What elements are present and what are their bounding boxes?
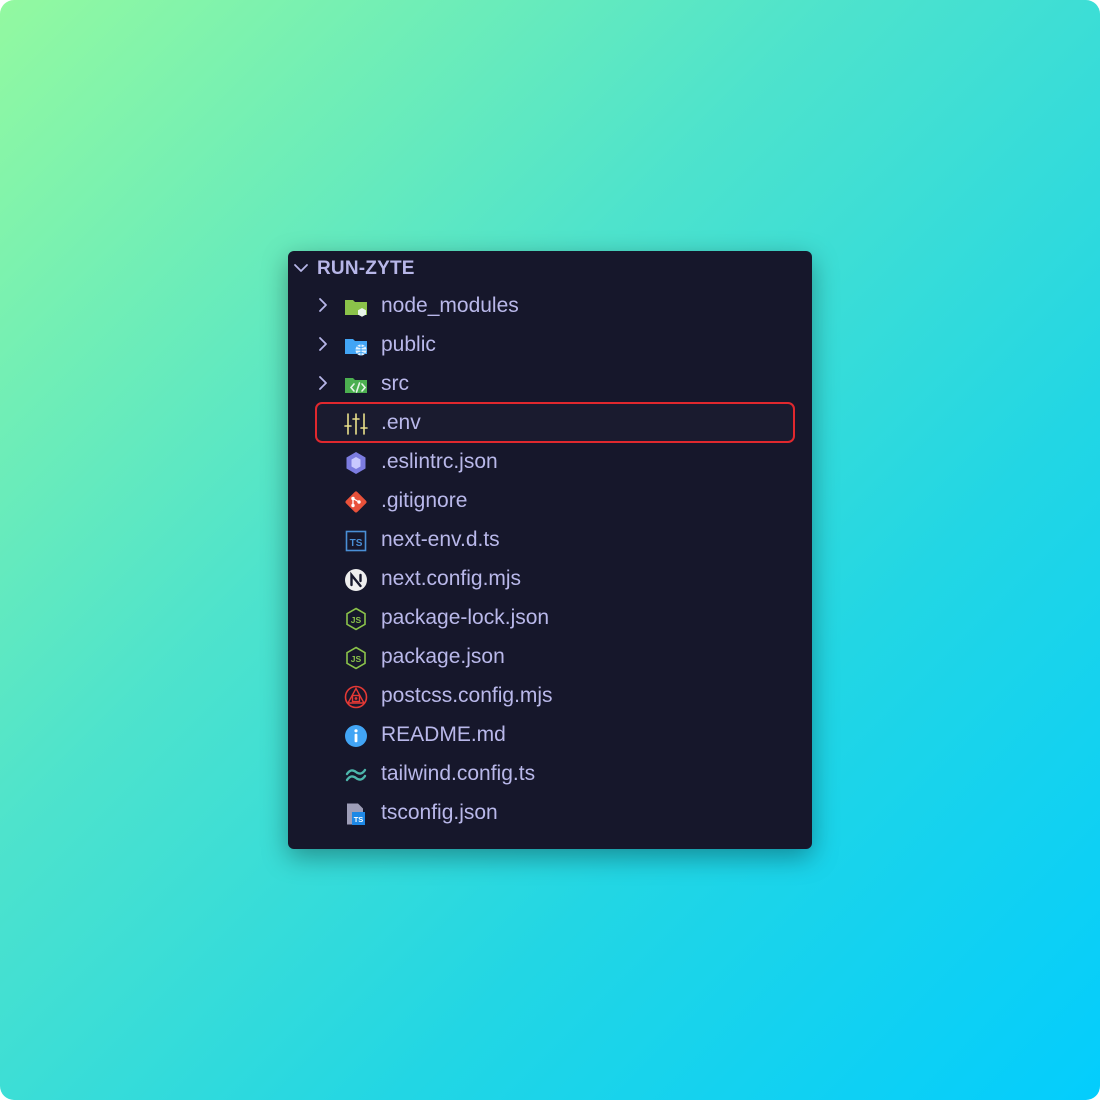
tree-item-label: next.config.mjs [381, 567, 522, 590]
eslint-icon [346, 452, 366, 474]
info-icon [345, 725, 367, 747]
tree-item-tsconfig[interactable]: TS tsconfig.json [288, 794, 812, 832]
tsconfig-icon: TS [347, 803, 365, 825]
tree-item-label: package.json [381, 645, 505, 668]
env-settings-icon [344, 413, 368, 435]
typescript-def-icon: TS [345, 530, 367, 552]
tailwind-icon [345, 768, 367, 782]
tree-item-label: tsconfig.json [381, 801, 498, 824]
chevron-right-icon[interactable] [314, 296, 332, 314]
svg-text:TS: TS [350, 538, 363, 549]
chevron-right-icon[interactable] [314, 335, 332, 353]
tree-item-label: .env [381, 411, 421, 434]
chevron-right-icon[interactable] [314, 374, 332, 392]
tree-item-src[interactable]: src [288, 365, 812, 403]
svg-text:JS: JS [351, 615, 362, 625]
tree-item-package-json[interactable]: JS package.json [288, 638, 812, 676]
folder-node-icon [345, 300, 367, 317]
svg-text:TS: TS [354, 815, 364, 824]
project-name: RUN-ZYTE [317, 258, 415, 279]
postcss-icon [344, 685, 368, 709]
chevron-down-icon[interactable] [292, 259, 310, 277]
tree-item-label: tailwind.config.ts [381, 762, 536, 785]
nodejs-icon: JS [346, 646, 366, 670]
folder-public-icon [345, 339, 367, 356]
tree-item-label: .gitignore [381, 489, 468, 512]
tree-item-next-config[interactable]: next.config.mjs [288, 560, 812, 598]
tree-item-public[interactable]: public [288, 326, 812, 364]
tree-item-label: src [381, 372, 409, 395]
tree-item-label: .eslintrc.json [381, 450, 498, 473]
tree-item-label: README.md [381, 723, 506, 746]
tree-item-label: postcss.config.mjs [381, 684, 553, 707]
tree-item-label: next-env.d.ts [381, 528, 500, 551]
tree-item-node-modules[interactable]: node_modules [288, 287, 812, 325]
tree-item-label: node_modules [381, 294, 519, 317]
explorer-project-header[interactable]: RUN-ZYTE [288, 251, 812, 285]
tree-item-tailwind-config[interactable]: tailwind.config.ts [288, 755, 812, 793]
tree-item-postcss-config[interactable]: postcss.config.mjs [288, 677, 812, 715]
svg-text:JS: JS [351, 654, 362, 664]
tree-item-readme[interactable]: README.md [288, 716, 812, 754]
tree-item-next-env[interactable]: TS next-env.d.ts [288, 521, 812, 559]
tree-item-gitignore[interactable]: .gitignore [288, 482, 812, 520]
file-explorer-panel: RUN-ZYTE node_modules public src .env .e… [288, 251, 812, 849]
tree-item-eslintrc[interactable]: .eslintrc.json [288, 443, 812, 481]
tree-item-env[interactable]: .env [288, 404, 812, 442]
tree-item-label: public [381, 333, 436, 356]
nodejs-icon: JS [346, 607, 366, 631]
git-icon [345, 491, 367, 513]
folder-src-icon [345, 378, 367, 393]
tree-item-package-lock[interactable]: JS package-lock.json [288, 599, 812, 637]
nextjs-icon [345, 569, 367, 591]
tree-item-label: package-lock.json [381, 606, 550, 629]
